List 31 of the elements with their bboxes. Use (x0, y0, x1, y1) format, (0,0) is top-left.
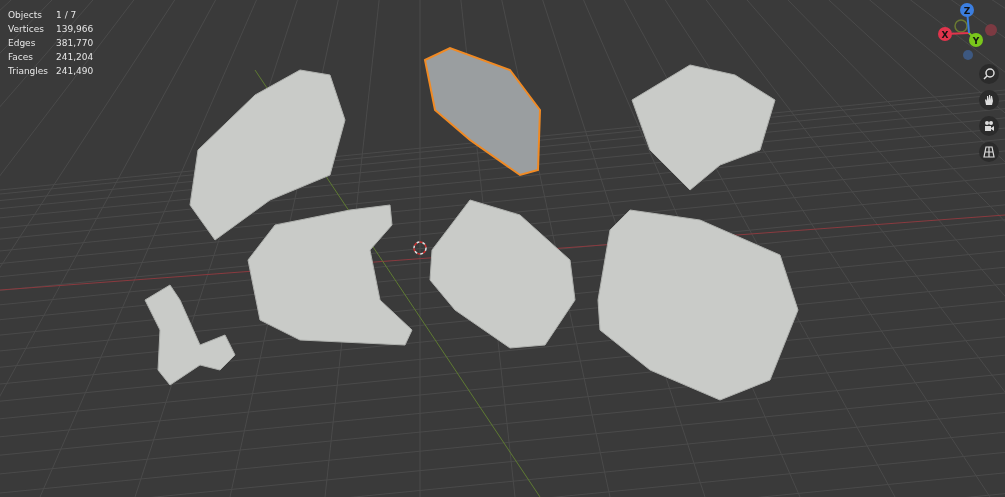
axis-label: Y (972, 35, 980, 46)
mesh-object[interactable] (597, 209, 799, 401)
camera-icon (983, 120, 995, 132)
mesh-object[interactable] (423, 46, 541, 177)
mesh-object[interactable] (189, 69, 346, 241)
stat-label: Triangles (8, 65, 49, 78)
stat-label: Edges (8, 37, 37, 50)
camera-tool-button[interactable] (979, 116, 999, 136)
axis-gizmo[interactable]: X Y Z (920, 0, 1005, 60)
stat-value: 241,204 (56, 51, 94, 64)
axis-label: Z (963, 5, 971, 16)
stat-label: Faces (8, 51, 35, 64)
stat-value: 139,966 (56, 23, 94, 36)
zoom-tool-button[interactable] (979, 64, 999, 84)
mesh-object[interactable] (247, 204, 413, 346)
mesh-object[interactable] (144, 284, 236, 386)
stat-value: 1 / 7 (56, 9, 78, 22)
stat-value: 381,770 (56, 37, 94, 50)
viewport[interactable]: Objects 1 / 7 Vertices 139,966 Edges 381,770 Faces 241,204 Triangles 241,490 X Y Z (0, 0, 1005, 497)
grid-icon (983, 146, 995, 158)
mesh-object[interactable] (631, 64, 776, 191)
stat-label: Vertices (8, 23, 45, 36)
stat-label: Objects (8, 9, 43, 22)
stat-value: 241,490 (56, 65, 94, 78)
zoom-icon (983, 68, 995, 80)
pan-tool-button[interactable] (979, 90, 999, 110)
grid-tool-button[interactable] (979, 142, 999, 162)
3d-cursor-icon (413, 241, 427, 255)
mesh-object[interactable] (429, 199, 576, 349)
hand-icon (983, 94, 995, 106)
axis-label: X (941, 29, 949, 40)
